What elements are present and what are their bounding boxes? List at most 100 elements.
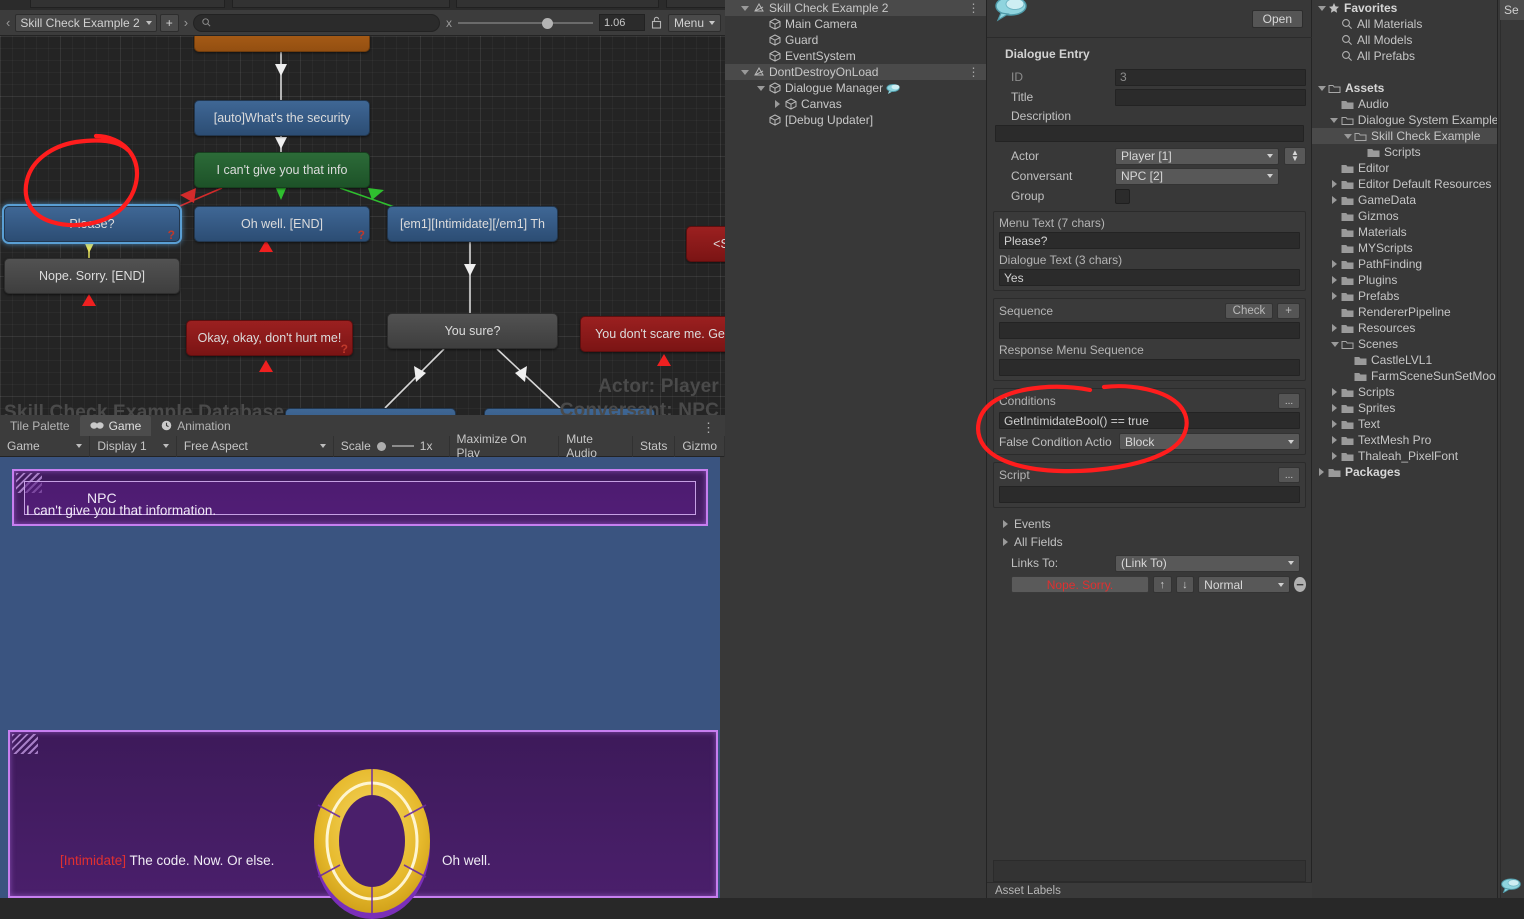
node-dont-scare-me[interactable]: You don't scare me. Ge	[580, 316, 725, 352]
project-item-skill-check-example[interactable]: Skill Check Example	[1312, 128, 1497, 144]
database-selector[interactable]: Skill Check Example 2	[15, 13, 157, 32]
project-item-scripts[interactable]: Scripts	[1312, 144, 1497, 160]
chevron-right-icon[interactable]	[1332, 324, 1337, 332]
clear-search-icon[interactable]: x	[443, 16, 455, 30]
project-item-gamedata[interactable]: GameData	[1312, 192, 1497, 208]
script-menu-button[interactable]: ...	[1278, 467, 1300, 483]
hierarchy-item-guard[interactable]: Guard	[725, 32, 986, 48]
project-item-editor-default-resources[interactable]: Editor Default Resources	[1312, 176, 1497, 192]
project-item-myscripts[interactable]: MYScripts	[1312, 240, 1497, 256]
hierarchy-item-eventsystem[interactable]: EventSystem	[725, 48, 986, 64]
mute-audio-toggle[interactable]: Mute Audio	[559, 432, 633, 460]
chevron-right-icon[interactable]	[1332, 404, 1337, 412]
hierarchy-item-debug-updater[interactable]: [Debug Updater]	[725, 112, 986, 128]
chevron-down-icon[interactable]	[1343, 133, 1352, 139]
hierarchy-list[interactable]: Skill Check Example 2 ⋮ Main Camera Guard Ev…	[725, 0, 986, 128]
conversant-dropdown[interactable]: NPC [2]	[1115, 167, 1279, 185]
tab-animation[interactable]: Animation	[151, 415, 240, 436]
scale-slider[interactable]: Scale 1x	[334, 435, 450, 457]
link-move-down-button[interactable]: ↓	[1175, 576, 1195, 593]
chevron-right-icon[interactable]	[1332, 196, 1337, 204]
project-item-sprites[interactable]: Sprites	[1312, 400, 1497, 416]
hierarchy-item-dialogue-manager[interactable]: Dialogue Manager	[725, 80, 986, 96]
project-item-prefabs[interactable]: Prefabs	[1312, 288, 1497, 304]
script-input[interactable]	[999, 486, 1300, 503]
dialogue-text-input[interactable]: Yes	[999, 269, 1300, 286]
maximize-on-play-toggle[interactable]: Maximize On Play	[450, 432, 560, 460]
project-item-rendererpipeline[interactable]: RendererPipeline	[1312, 304, 1497, 320]
dialogue-node-canvas[interactable]: [auto]What's the security I can't give y…	[0, 36, 725, 415]
add-database-button[interactable]: +	[159, 13, 179, 32]
field-conversant[interactable]: Conversant NPC [2]	[993, 166, 1306, 186]
lock-icon[interactable]	[651, 16, 662, 29]
all-fields-foldout[interactable]: All Fields	[993, 533, 1306, 551]
node-you-sure[interactable]: You sure?	[387, 313, 558, 349]
project-item-audio[interactable]: Audio	[1312, 96, 1497, 112]
node-nope-sorry[interactable]: Nope. Sorry. [END]	[4, 258, 180, 294]
project-item-farmscenesunsetmoo[interactable]: FarmSceneSunSetMoo	[1312, 368, 1497, 384]
game-target-dropdown[interactable]: Game	[0, 435, 91, 457]
chevron-down-icon[interactable]	[1317, 85, 1326, 91]
menu-text-input[interactable]: Please?	[999, 232, 1300, 249]
tab-tile-palette[interactable]: Tile Palette	[0, 415, 80, 436]
game-render-surface[interactable]: NPC I can't give you that information. […	[0, 457, 720, 919]
tab-game[interactable]: Game	[79, 415, 152, 436]
false-condition-action-dropdown[interactable]: Block	[1119, 433, 1300, 450]
chevron-down-icon[interactable]	[757, 85, 765, 91]
chevron-down-icon[interactable]	[741, 69, 749, 75]
project-item-scenes[interactable]: Scenes	[1312, 336, 1497, 352]
hierarchy-item-skill-check-example-2[interactable]: Skill Check Example 2 ⋮	[725, 0, 986, 16]
project-item-castlelvl1[interactable]: CastleLVL1	[1312, 352, 1497, 368]
project-item-favorites[interactable]: Favorites	[1312, 0, 1497, 16]
radial-menu-wheel[interactable]	[292, 759, 452, 919]
node-intimidate[interactable]: [em1][Intimidate][/em1] Th	[387, 206, 558, 242]
link-remove-button[interactable]: −	[1294, 577, 1306, 592]
project-item-dialogue-system-example[interactable]: Dialogue System Example	[1312, 112, 1497, 128]
forward-arrow-icon[interactable]: ›	[182, 15, 190, 30]
open-button[interactable]: Open	[1251, 10, 1303, 28]
node-start[interactable]	[194, 36, 370, 52]
response-menu-sequence-input[interactable]	[999, 359, 1300, 376]
hierarchy-item-main-camera[interactable]: Main Camera	[725, 16, 986, 32]
chevron-right-icon[interactable]	[1332, 180, 1337, 188]
chevron-right-icon[interactable]	[1332, 388, 1337, 396]
zoom-controls[interactable]: 1.06	[457, 14, 645, 31]
description-input[interactable]	[995, 125, 1304, 142]
stats-toggle[interactable]: Stats	[633, 435, 676, 457]
chevron-right-icon[interactable]	[774, 100, 780, 108]
gizmos-dropdown[interactable]: Gizmo	[675, 435, 725, 457]
chevron-down-icon[interactable]	[1317, 5, 1326, 11]
chevron-right-icon[interactable]	[1332, 276, 1337, 284]
node-okay-dont-hurt[interactable]: Okay, okay, don't hurt me!?	[186, 320, 353, 356]
hierarchy-row-options-icon[interactable]: ⋮	[968, 65, 981, 79]
title-input[interactable]	[1115, 88, 1306, 106]
display-dropdown[interactable]: Display 1	[90, 435, 177, 457]
right-panel-tab[interactable]: Se	[1500, 0, 1524, 20]
chevron-down-icon[interactable]	[1330, 117, 1339, 123]
search-input[interactable]	[193, 13, 440, 32]
project-item-gizmos[interactable]: Gizmos	[1312, 208, 1497, 224]
field-title[interactable]: Title	[993, 87, 1306, 107]
actor-dropdown[interactable]: Player [1]	[1115, 147, 1279, 165]
zoom-slider[interactable]	[457, 16, 593, 30]
chevron-right-icon[interactable]	[1332, 292, 1337, 300]
project-item-all-prefabs[interactable]: All Prefabs	[1312, 48, 1497, 64]
project-item-textmesh-pro[interactable]: TextMesh Pro	[1312, 432, 1497, 448]
menu-button[interactable]: Menu	[667, 13, 721, 32]
zoom-value-field[interactable]: 1.06	[598, 14, 645, 31]
project-item-thaleah-pixelfont[interactable]: Thaleah_PixelFont	[1312, 448, 1497, 464]
node-please[interactable]: Please??	[4, 206, 180, 242]
actor-swap-stepper[interactable]: ▲ ▼	[1284, 147, 1306, 165]
response-option-intimidate[interactable]: [Intimidate] The code. Now. Or else.	[60, 853, 274, 868]
dialogue-system-icon[interactable]	[1500, 877, 1522, 893]
chevron-down-icon[interactable]	[1330, 341, 1339, 347]
conditions-menu-button[interactable]: ...	[1278, 393, 1300, 409]
sequence-check-button[interactable]: Check	[1224, 303, 1274, 319]
scale-slider-knob[interactable]	[376, 441, 386, 451]
project-tree[interactable]: Favorites All Materials All Models All Pref…	[1312, 0, 1497, 480]
zoom-slider-knob[interactable]	[541, 17, 553, 29]
project-item-all-materials[interactable]: All Materials	[1312, 16, 1497, 32]
project-item-plugins[interactable]: Plugins	[1312, 272, 1497, 288]
hierarchy-row-options-icon[interactable]: ⋮	[968, 1, 981, 15]
project-item-editor[interactable]: Editor	[1312, 160, 1497, 176]
